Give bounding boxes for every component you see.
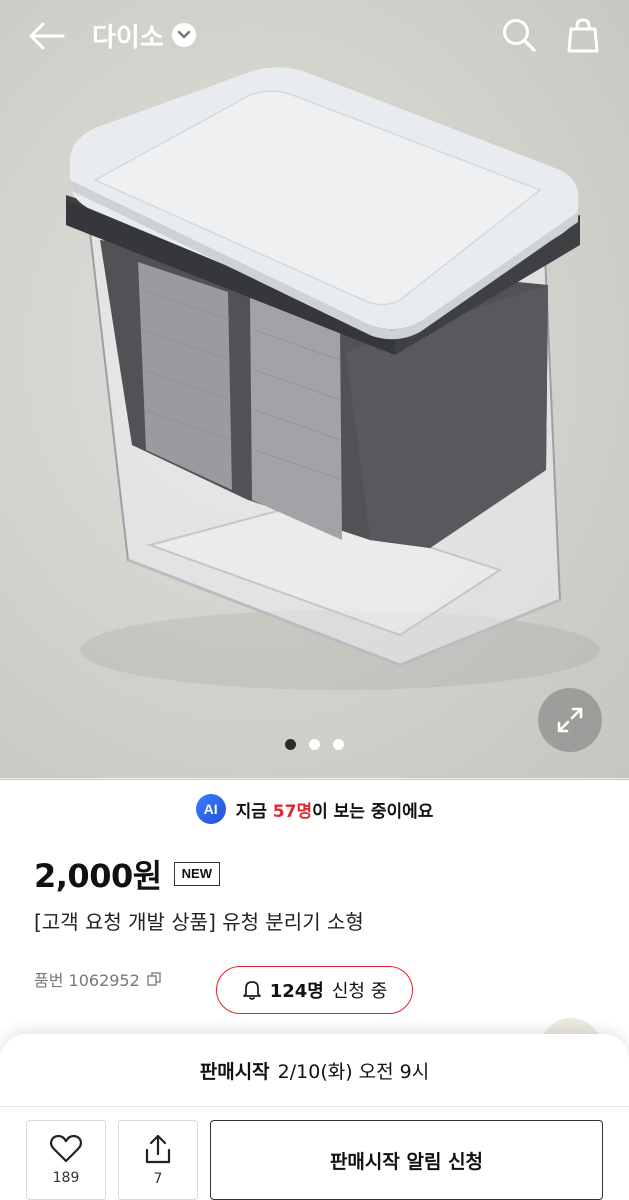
- applicant-label: 신청 중: [331, 981, 388, 1002]
- new-badge: NEW: [173, 862, 221, 886]
- like-button[interactable]: 189: [26, 1120, 106, 1200]
- viewer-count: 57명: [272, 801, 313, 822]
- search-button[interactable]: [496, 12, 542, 58]
- top-navigation-bar: 다이소: [0, 0, 629, 70]
- price-row: 2,000원 NEW: [34, 852, 221, 896]
- product-image: [66, 67, 600, 690]
- like-count: 189: [52, 1170, 80, 1186]
- share-count: 7: [153, 1171, 163, 1187]
- copy-icon: [147, 972, 161, 986]
- brand-menu[interactable]: 다이소: [92, 16, 196, 54]
- share-icon: [145, 1134, 171, 1164]
- chevron-down-icon: [171, 23, 196, 47]
- pagination-dot[interactable]: [333, 739, 344, 750]
- share-button[interactable]: 7: [118, 1120, 198, 1200]
- product-image-gallery[interactable]: 다이소: [0, 0, 629, 780]
- product-price: 2,000원: [34, 857, 162, 895]
- pagination-dot-active[interactable]: [285, 739, 296, 750]
- sale-start-datetime: 2/10(화) 오전 9시: [277, 1060, 430, 1083]
- divider: [0, 1106, 629, 1107]
- cart-button[interactable]: [560, 12, 606, 58]
- sale-notification-button[interactable]: 판매시작 알림 신청: [210, 1120, 603, 1200]
- viewers-text: 지금 57명이 보는 중이에요: [235, 801, 434, 822]
- sale-start-info: 판매시작 2/10(화) 오전 9시: [0, 1054, 629, 1086]
- divider: [0, 778, 629, 779]
- pagination-dot[interactable]: [309, 739, 320, 750]
- gallery-pagination: [0, 739, 629, 753]
- live-viewers-banner: AI 지금 57명이 보는 중이에요: [0, 790, 629, 828]
- sale-start-label: 판매시작: [199, 1060, 270, 1083]
- applicants-badge[interactable]: 124명 신청 중: [216, 966, 413, 1014]
- back-button[interactable]: [24, 14, 68, 58]
- product-title: [고객 요청 개발 상품] 유청 분리기 소형: [34, 910, 364, 934]
- ai-badge: AI: [195, 794, 226, 824]
- applicant-count: 124명: [269, 981, 324, 1002]
- heart-icon: [49, 1134, 83, 1163]
- expand-icon: [557, 707, 583, 733]
- copy-button[interactable]: [146, 971, 162, 987]
- search-icon: [503, 19, 536, 52]
- sku-number: 품번 1062952: [34, 971, 140, 990]
- brand-name: 다이소: [92, 22, 164, 53]
- sku-row: 품번 1062952: [34, 966, 162, 992]
- bell-icon: [242, 981, 261, 1000]
- back-arrow-icon: [29, 22, 65, 50]
- bottom-action-sheet: 판매시작 2/10(화) 오전 9시 189 7 판매시작 알림 신청: [0, 1034, 629, 1200]
- shopping-bag-icon: [567, 18, 599, 53]
